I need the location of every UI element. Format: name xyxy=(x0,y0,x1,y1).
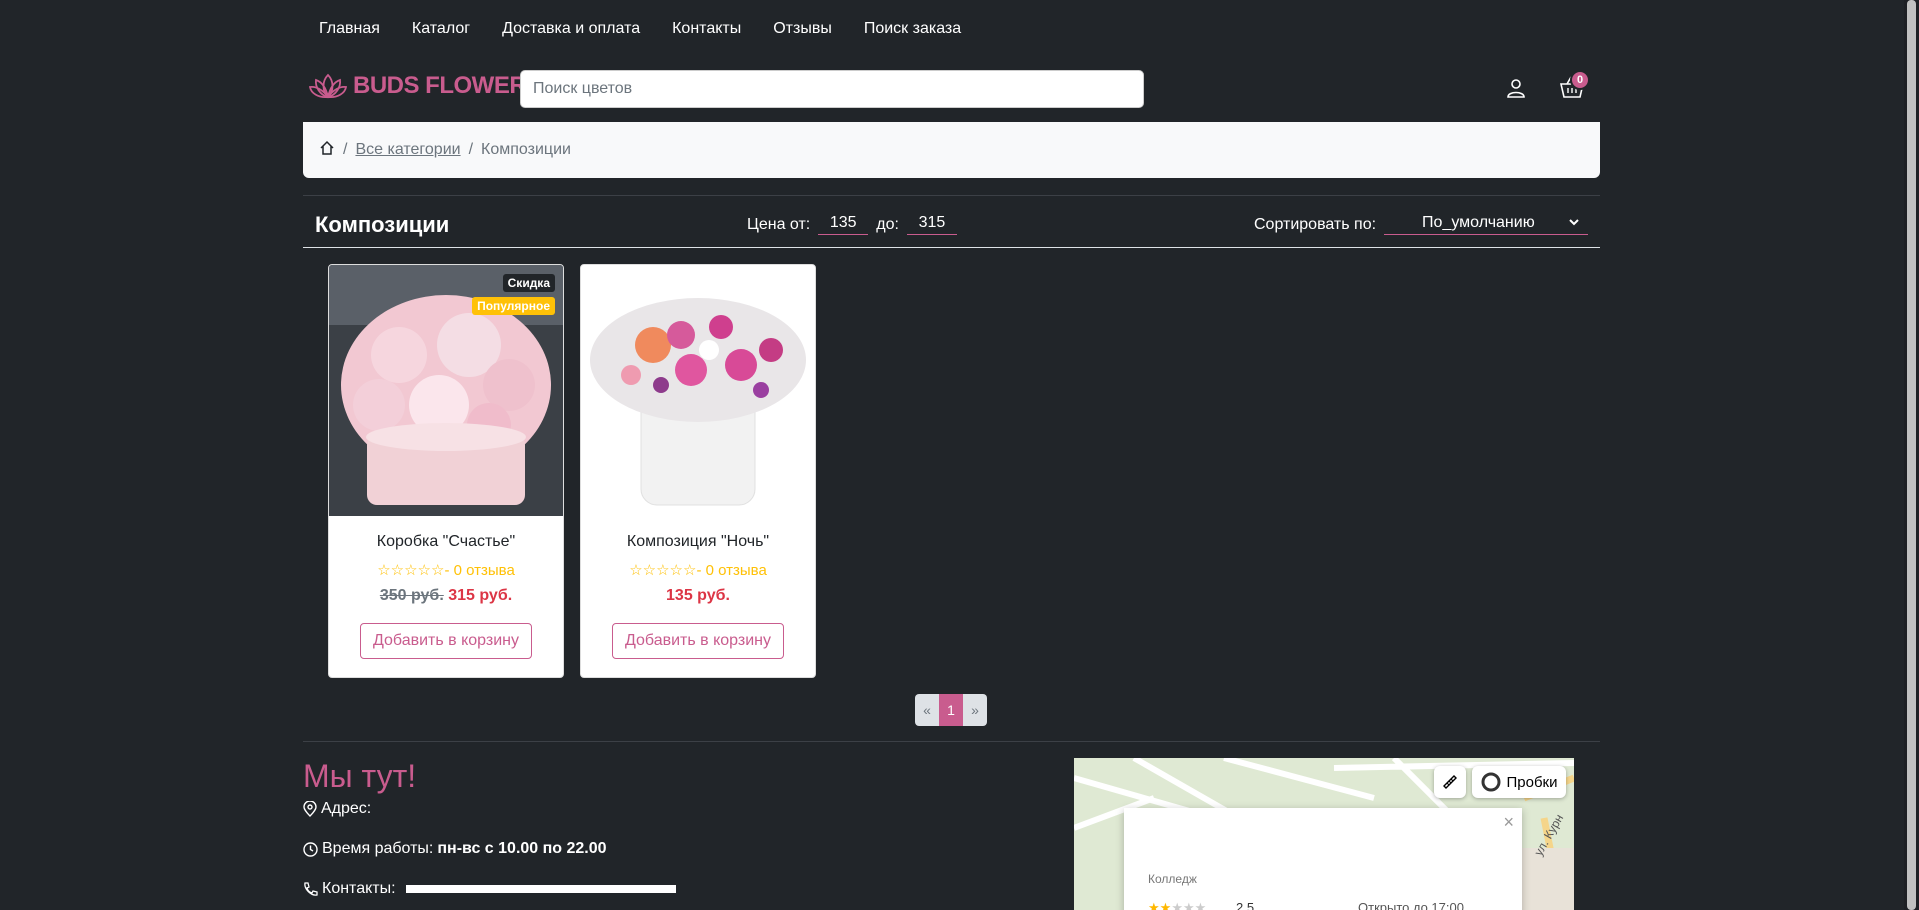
place-open-status: Открыто до 17:00 xyxy=(1358,900,1464,910)
breadcrumb: / Все категории / Композиции xyxy=(303,122,1600,178)
pagination-page[interactable]: 1 xyxy=(939,694,963,726)
phone-icon xyxy=(304,881,318,896)
breadcrumb-current: Композиции xyxy=(481,141,571,158)
current-price: 315 руб. xyxy=(448,587,513,604)
sort-control: Сортировать по: По_умолчанию xyxy=(1254,214,1589,235)
product-image[interactable]: Скидка Популярное xyxy=(329,265,563,516)
catalog-toolbar: Композиции Цена от: 135 до: 315 Сортиров… xyxy=(303,196,1600,248)
ruler-icon[interactable] xyxy=(1434,766,1466,798)
product-rating: ☆☆☆☆☆- 0 отзыва xyxy=(629,562,767,579)
hours-line: Время работы: пн-вс с 10.00 по 22.00 xyxy=(303,840,607,858)
price-to-input[interactable]: 315 xyxy=(906,214,957,235)
product-name[interactable]: Коробка "Счастье" xyxy=(329,533,563,551)
price-filter: Цена от: 135 до: 315 xyxy=(747,214,961,235)
product-card[interactable]: Композиция "Ночь" ☆☆☆☆☆- 0 отзыва 135 ру… xyxy=(580,264,816,678)
place-stars: ★★★★★ xyxy=(1148,900,1207,910)
chevron-down-icon xyxy=(1569,219,1579,226)
location-title: Мы тут! xyxy=(303,758,417,794)
place-rating: 2,5 xyxy=(1236,900,1255,910)
pagination-prev[interactable]: « xyxy=(915,694,939,726)
pagination: « 1 » xyxy=(915,694,987,726)
product-image[interactable] xyxy=(581,265,815,516)
page-title: Композиции xyxy=(315,212,450,237)
stars-icon: ☆☆☆☆☆ xyxy=(377,562,445,579)
add-to-cart-button[interactable]: Добавить в корзину xyxy=(611,623,785,659)
scrollbar-thumb[interactable] xyxy=(1907,0,1916,910)
home-icon[interactable] xyxy=(319,140,335,161)
pagination-next[interactable]: » xyxy=(963,694,987,726)
sale-badge: Скидка xyxy=(502,274,555,292)
contacts-line: Контакты: xyxy=(303,880,676,898)
clock-icon xyxy=(303,841,318,857)
stars-icon: ☆☆☆☆☆ xyxy=(629,562,697,579)
product-price: 135 руб. xyxy=(581,587,815,605)
scrollbar[interactable] xyxy=(1904,0,1919,910)
breadcrumb-all-categories[interactable]: Все категории xyxy=(355,141,460,159)
product-card[interactable]: Скидка Популярное Коробка "Счастье" ☆☆☆☆… xyxy=(328,264,564,678)
redacted-contacts xyxy=(405,885,676,893)
price-from-input[interactable]: 135 xyxy=(818,214,869,235)
place-name: Колледж xyxy=(1148,872,1197,886)
divider xyxy=(303,741,1600,742)
current-price: 135 руб. xyxy=(666,587,730,604)
product-rating: ☆☆☆☆☆- 0 отзыва xyxy=(377,562,515,579)
old-price: 350 руб. xyxy=(379,587,444,604)
close-icon[interactable]: × xyxy=(1503,812,1514,833)
map-pin-icon xyxy=(303,801,317,817)
add-to-cart-button[interactable]: Добавить в корзину xyxy=(359,623,533,659)
popular-badge: Популярное xyxy=(472,297,555,315)
product-name[interactable]: Композиция "Ночь" xyxy=(581,533,815,551)
traffic-button[interactable]: Пробки xyxy=(1472,766,1566,798)
map-widget[interactable]: Пробки × Колледж ★★★★★ 2,5 Открыто до 17… xyxy=(1074,758,1574,910)
product-price: 350 руб. 315 руб. xyxy=(329,587,563,605)
traffic-icon xyxy=(1481,772,1500,792)
map-place-popup[interactable]: × Колледж ★★★★★ 2,5 Открыто до 17:00 xyxy=(1124,808,1522,910)
hours-value: пн-вс с 10.00 по 22.00 xyxy=(437,840,607,857)
sort-select[interactable]: По_умолчанию xyxy=(1384,214,1589,235)
address-line: Адрес: xyxy=(303,800,371,818)
